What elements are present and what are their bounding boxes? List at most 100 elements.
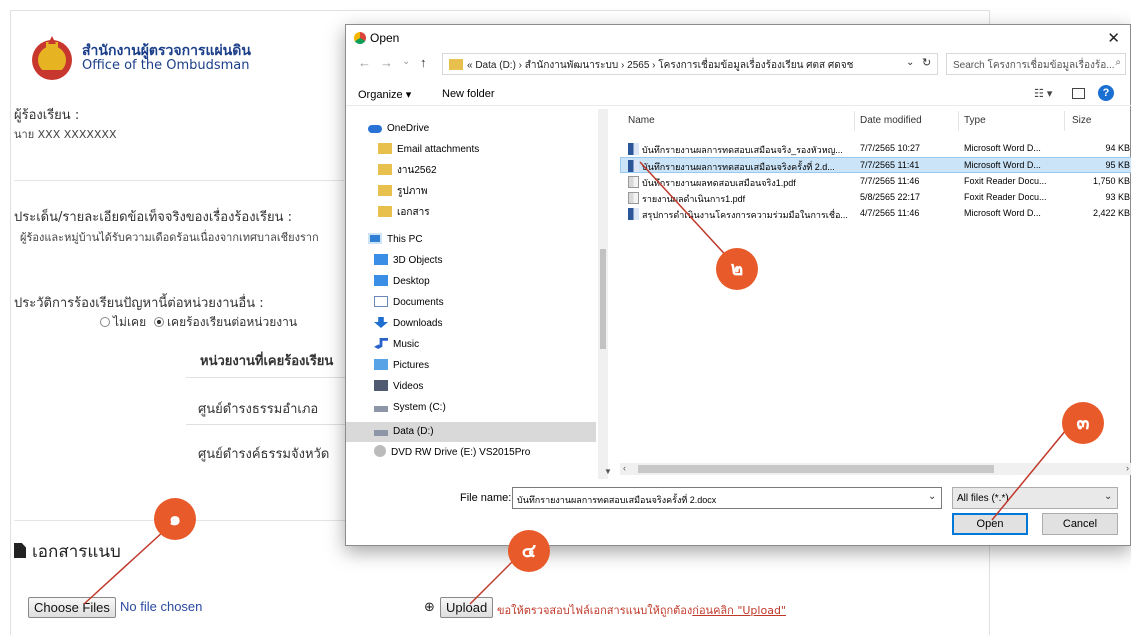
column-header-size[interactable]: Size — [1072, 115, 1091, 126]
nav-item-documents[interactable]: Documents — [374, 293, 444, 313]
search-input[interactable]: Search โครงการเชื่อมข้อมูลเรื่องร้อ... ⌕ — [946, 53, 1126, 75]
nav-item-pictures[interactable]: Pictures — [374, 356, 429, 376]
upload-button[interactable]: Upload — [440, 597, 494, 618]
address-dropdown-icon[interactable]: ⌄ — [906, 57, 914, 68]
address-bar[interactable]: « Data (D:) › สำนักงานพัฒนาระบบ › 2565 ›… — [442, 53, 938, 75]
file-row-selected[interactable]: บันทึกรายงานผลการทดสอบเสมือนจริงครั้งที่… — [620, 157, 1131, 173]
organize-menu[interactable]: Organize ▾ — [358, 88, 411, 101]
folder-icon — [378, 185, 392, 196]
nav-item-pictures-folder[interactable]: รูปภาพ — [378, 182, 428, 202]
column-separator — [1064, 111, 1065, 131]
file-row[interactable]: บันทึกรายงานผลทดสอบเสมือนจริง1.pdf 7/7/2… — [620, 174, 1131, 190]
table-line — [186, 377, 346, 378]
nav-item-dvd-drive[interactable]: DVD RW Drive (E:) VS2015Pro — [374, 443, 530, 463]
option-never-label: ไม่เคย — [113, 315, 147, 329]
file-row[interactable]: สรุปการดำเนินงานโครงการความร่วมมือในการเ… — [620, 206, 1131, 222]
scroll-right-icon[interactable]: › — [1126, 463, 1129, 473]
scrollbar-thumb[interactable] — [600, 249, 606, 349]
folder-icon — [449, 59, 463, 70]
picture-icon — [374, 359, 388, 370]
filter-dropdown-icon[interactable]: ⌄ — [1104, 491, 1112, 502]
nav-item-folder-2562[interactable]: งาน2562 — [378, 161, 437, 181]
file-name-label: File name: — [460, 492, 512, 504]
file-row[interactable]: รายงานผลดำเนินการ1.pdf 5/8/2565 22:17 Fo… — [620, 190, 1131, 206]
cube-icon — [374, 254, 388, 265]
close-icon[interactable]: ✕ — [1107, 29, 1120, 47]
search-icon: ⌕ — [1115, 57, 1121, 68]
video-icon — [374, 380, 388, 391]
radio-ever[interactable] — [153, 317, 164, 327]
history-options: ไม่เคย เคยร้องเรียนต่อหน่วยงาน — [100, 313, 297, 332]
facts-label: ประเด็น/รายละเอียดข้อเท็จจริงของเรื่องร้… — [14, 210, 293, 225]
attachments-title: เอกสารแนบ — [14, 538, 121, 565]
computer-icon — [368, 233, 382, 244]
column-separator — [854, 111, 855, 131]
horizontal-scrollbar[interactable]: ‹ › — [620, 463, 1131, 475]
nav-item-this-pc[interactable]: This PC — [368, 230, 423, 250]
refresh-icon[interactable]: ↻ — [922, 56, 931, 69]
callout-step-2: ๒ — [716, 248, 758, 290]
toolbar-divider — [346, 105, 1131, 106]
file-row[interactable]: บันทึกรายงานผลการทดสอบเสมือนจริง_รองหัวห… — [620, 141, 1131, 157]
upload-note: ขอให้ตรวจสอบไฟล์เอกสารแนบให้ถูกต้องก่อนค… — [497, 604, 786, 617]
pdf-document-icon — [628, 192, 639, 204]
word-document-icon — [628, 208, 639, 220]
up-arrow-icon[interactable]: ↑ — [420, 55, 427, 70]
column-header-name[interactable]: Name — [628, 115, 655, 126]
help-icon[interactable]: ? — [1098, 85, 1114, 101]
upload-note-link[interactable]: ก่อนคลิก "Upload" — [692, 604, 786, 617]
file-name-dropdown-icon[interactable]: ⌄ — [928, 491, 936, 502]
document-icon — [374, 296, 388, 307]
view-options-icon[interactable]: ☷ ▾ — [1034, 87, 1052, 100]
ombudsman-logo — [32, 36, 72, 80]
facts-value: ผู้ร้องและหมู่บ้านได้รับความเดือดร้อนเนื… — [20, 231, 319, 244]
music-icon — [374, 338, 388, 349]
column-header-date[interactable]: Date modified — [860, 115, 922, 126]
scroll-down-icon[interactable]: ▼ — [604, 467, 612, 476]
preview-pane-icon[interactable] — [1072, 88, 1085, 99]
file-type-filter[interactable]: All files (*.*) — [952, 487, 1118, 509]
org-name-english: Office of the Ombudsman — [82, 58, 250, 73]
chrome-icon — [354, 32, 366, 44]
drive-icon — [374, 406, 388, 412]
nav-item-desktop[interactable]: Desktop — [374, 272, 430, 292]
no-file-chosen-text: No file chosen — [120, 599, 203, 614]
forward-arrow-icon[interactable]: → — [380, 55, 393, 70]
scrollbar-thumb[interactable] — [638, 465, 994, 473]
column-header-type[interactable]: Type — [964, 115, 986, 126]
option-ever-label: เคยร้องเรียนต่อหน่วยงาน — [166, 315, 298, 329]
folder-icon — [378, 143, 392, 154]
open-button[interactable]: Open — [952, 513, 1028, 535]
radio-never[interactable] — [100, 317, 110, 327]
cancel-button[interactable]: Cancel — [1042, 513, 1118, 535]
nav-item-music[interactable]: Music — [374, 335, 419, 355]
upload-circle-icon: ⊕ — [424, 600, 435, 615]
word-document-icon — [628, 143, 639, 155]
recent-chevron-icon[interactable]: ⌄ — [402, 56, 410, 67]
nav-item-data-d[interactable]: Data (D:) — [374, 422, 434, 442]
file-name-input[interactable]: บันทึกรายงานผลการทดสอบเสมือนจริงครั้งที่… — [512, 487, 942, 509]
nav-item-3d-objects[interactable]: 3D Objects — [374, 251, 442, 271]
back-arrow-icon[interactable]: ← — [358, 55, 371, 70]
callout-step-1: ๑ — [154, 498, 196, 540]
download-icon — [374, 317, 388, 328]
history-label: ประวัติการร้องเรียนปัญหานี้ต่อหน่วยงานอื… — [14, 296, 264, 311]
pdf-document-icon — [628, 176, 639, 188]
new-folder-button[interactable]: New folder — [442, 88, 495, 100]
nav-item-onedrive[interactable]: OneDrive — [368, 119, 429, 139]
desktop-icon — [374, 275, 388, 286]
callout-step-4: ๔ — [508, 530, 550, 572]
folder-icon — [378, 206, 392, 217]
nav-item-downloads[interactable]: Downloads — [374, 314, 442, 334]
column-separator — [958, 111, 959, 131]
scroll-left-icon[interactable]: ‹ — [623, 463, 626, 473]
nav-item-documents-folder[interactable]: เอกสาร — [378, 203, 430, 223]
cloud-icon — [368, 125, 382, 133]
nav-item-system-c[interactable]: System (C:) — [374, 398, 446, 418]
nav-scrollbar[interactable] — [598, 109, 608, 479]
table-line — [186, 424, 346, 425]
nav-item-videos[interactable]: Videos — [374, 377, 423, 397]
drive-icon — [374, 430, 388, 436]
choose-files-button[interactable]: Choose Files — [28, 597, 116, 618]
nav-item-email-attachments[interactable]: Email attachments — [378, 140, 479, 160]
